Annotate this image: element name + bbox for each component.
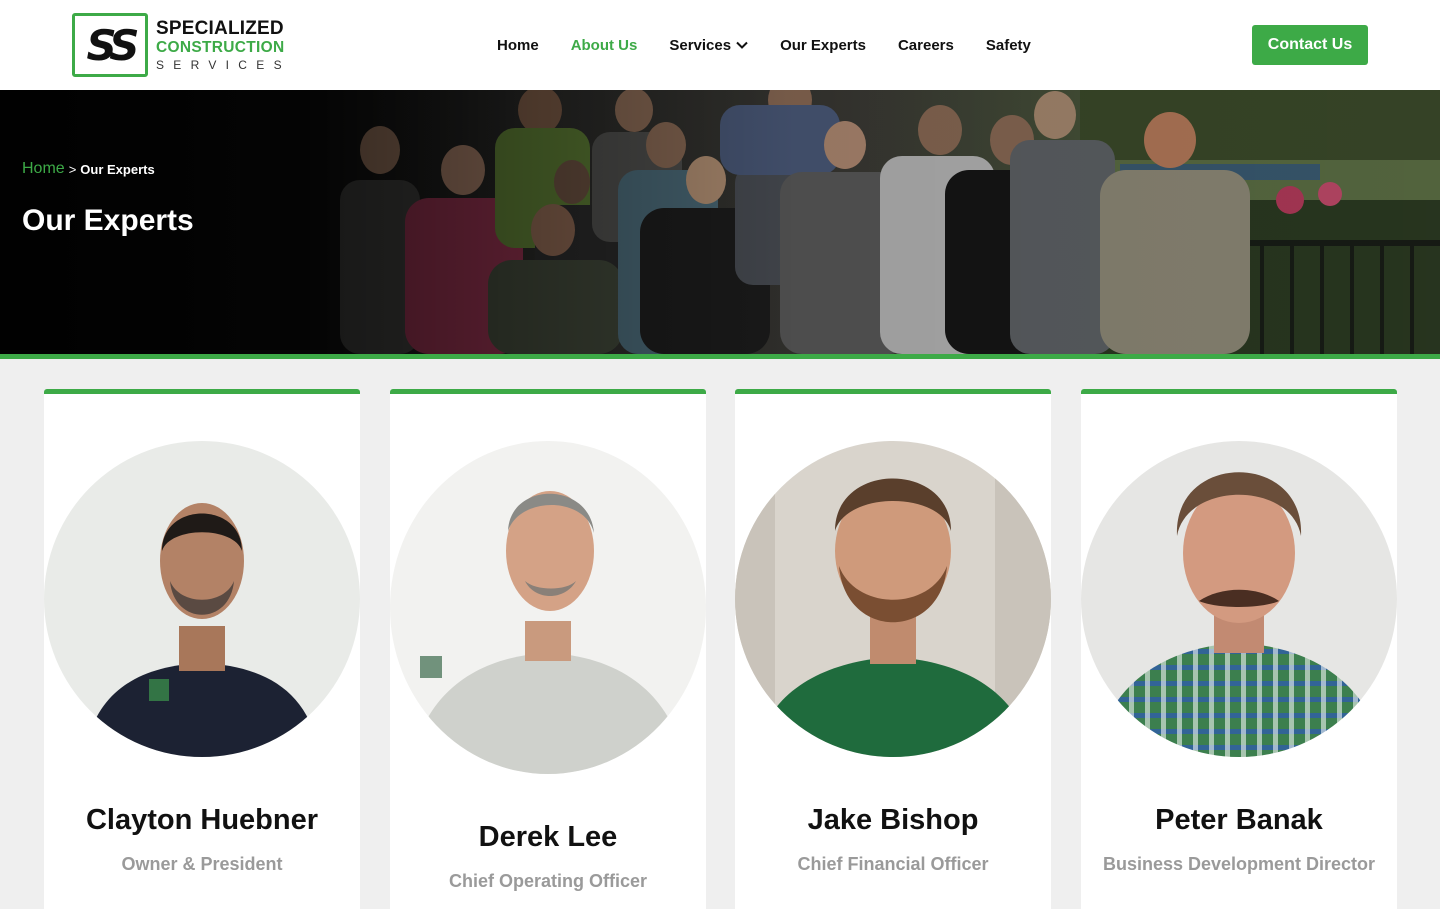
- logo-mark-text: SS: [86, 20, 139, 70]
- hero-accent-bar: [0, 354, 1440, 359]
- portrait-image: [735, 441, 1051, 757]
- portrait-image: [1081, 441, 1397, 757]
- team-member-name: Peter Banak: [1155, 804, 1323, 836]
- team-member-photo: [1081, 441, 1397, 757]
- nav-services-label: Services: [669, 36, 732, 54]
- breadcrumb-current: Our Experts: [80, 161, 155, 177]
- main-nav: Home About Us Services Our Experts Caree…: [497, 0, 1063, 90]
- nav-careers-label: Careers: [897, 36, 954, 54]
- logo-line-3: SERVICES: [156, 57, 291, 72]
- team-member-name: Clayton Huebner: [85, 804, 319, 836]
- nav-services[interactable]: Services: [669, 37, 748, 54]
- team-card[interactable]: Clayton Huebner Owner & President: [44, 389, 360, 909]
- hero-banner: Home > Our Experts Our Experts: [0, 90, 1440, 354]
- nav-careers[interactable]: Careers: [898, 37, 954, 54]
- team-member-photo: [390, 441, 706, 774]
- logo-line-1: SPECIALIZED: [156, 18, 284, 40]
- breadcrumb: Home > Our Experts: [22, 160, 155, 178]
- hero-overlay: [0, 90, 1440, 354]
- team-member-photo: [44, 441, 360, 757]
- team-member-role: Chief Operating Officer: [448, 871, 648, 891]
- portrait-image: [390, 441, 706, 774]
- team-cards: Clayton Huebner Owner & President Derek …: [44, 389, 1397, 909]
- nav-safety-label: Safety: [985, 36, 1031, 54]
- breadcrumb-separator: >: [68, 161, 77, 177]
- logo-wordmark: SPECIALIZED CONSTRUCTION SERVICES: [156, 19, 291, 71]
- team-member-photo: [735, 441, 1051, 757]
- team-card[interactable]: Jake Bishop Chief Financial Officer: [735, 389, 1051, 909]
- site-header: SS SPECIALIZED CONSTRUCTION SERVICES Hom…: [0, 0, 1440, 90]
- nav-safety[interactable]: Safety: [986, 37, 1031, 54]
- team-member-name: Derek Lee: [478, 821, 618, 853]
- nav-home-label: Home: [497, 36, 539, 54]
- team-member-role: Chief Financial Officer: [797, 854, 989, 874]
- logo-line-2: CONSTRUCTION: [156, 39, 285, 57]
- chevron-down-icon: [736, 41, 748, 49]
- company-logo[interactable]: SS SPECIALIZED CONSTRUCTION SERVICES: [72, 13, 291, 77]
- nav-home[interactable]: Home: [497, 37, 539, 54]
- team-card[interactable]: Peter Banak Business Development Directo…: [1081, 389, 1397, 909]
- nav-our-experts[interactable]: Our Experts: [780, 37, 866, 54]
- team-member-role: Owner & President: [121, 854, 283, 874]
- nav-about-us-label: About Us: [570, 36, 638, 54]
- team-card[interactable]: Derek Lee Chief Operating Officer: [390, 389, 706, 909]
- team-member-name: Jake Bishop: [807, 804, 979, 836]
- team-member-role: Business Development Director: [1102, 854, 1376, 874]
- portrait-image: [44, 441, 360, 757]
- logo-mark: SS: [72, 13, 148, 77]
- nav-our-experts-label: Our Experts: [780, 36, 866, 54]
- breadcrumb-home-link[interactable]: Home: [22, 160, 65, 178]
- page-title: Our Experts: [22, 204, 194, 237]
- nav-about-us[interactable]: About Us: [571, 37, 638, 54]
- contact-us-button[interactable]: Contact Us: [1252, 25, 1368, 65]
